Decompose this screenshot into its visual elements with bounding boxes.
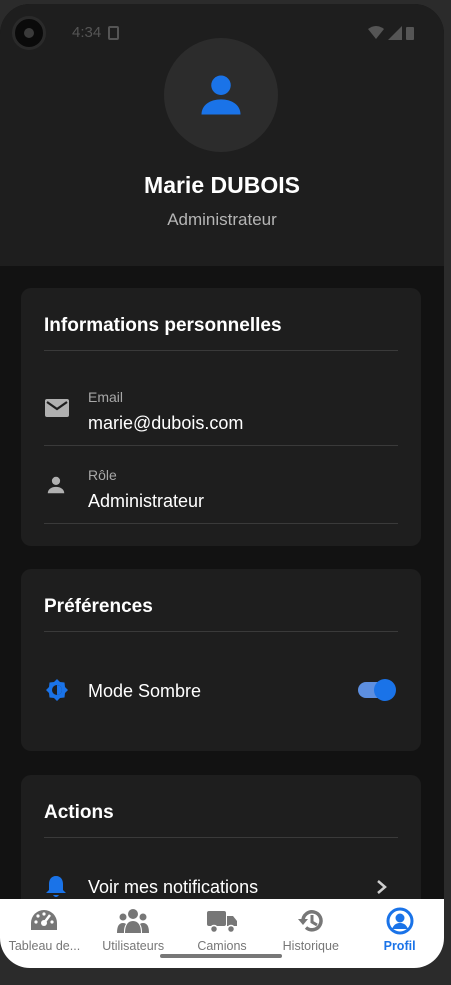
- nav-label: Camions: [197, 939, 247, 953]
- nav-label: Profil: [383, 939, 416, 953]
- truck-icon: [206, 911, 237, 934]
- preferences-title: Préférences: [44, 596, 153, 617]
- bell-icon: [46, 876, 66, 897]
- status-icons: [368, 26, 414, 40]
- toggle-knob: [374, 679, 396, 701]
- signal-icon: [388, 26, 402, 40]
- status-bar: 4:34: [0, 4, 444, 64]
- divider: [44, 350, 398, 351]
- sim-icon: [108, 26, 119, 40]
- role-label: Rôle: [88, 467, 117, 483]
- nav-item-profile[interactable]: Profil: [355, 899, 444, 968]
- home-indicator: [160, 954, 282, 958]
- dark-mode-label: Mode Sombre: [88, 681, 202, 701]
- history-icon: [297, 910, 323, 932]
- chevron-right-icon: [377, 880, 387, 894]
- user-role: Administrateur: [167, 210, 277, 229]
- users-icon: [117, 909, 150, 933]
- divider: [44, 631, 398, 632]
- email-value: marie@dubois.com: [88, 413, 244, 433]
- email-icon: [45, 399, 69, 417]
- profile-icon: [386, 907, 414, 935]
- wifi-icon: [368, 26, 384, 39]
- user-name: Marie DUBOIS: [144, 172, 300, 198]
- person-icon: [201, 75, 241, 115]
- brightness-icon: [46, 679, 68, 701]
- personal-info-title: Informations personnelles: [44, 315, 282, 336]
- email-label: Email: [88, 389, 124, 405]
- divider: [44, 837, 398, 838]
- notifications-label: Voir mes notifications: [88, 877, 259, 897]
- app-screen: Marie DUBOIS Administrateur 4:34 Informa…: [0, 4, 444, 968]
- role-value: Administrateur: [88, 491, 205, 511]
- nav-label: Tableau de...: [8, 939, 81, 953]
- preferences-card: Préférences Mode Sombre: [21, 569, 421, 751]
- person-icon: [47, 476, 65, 494]
- divider: [44, 445, 398, 446]
- status-time: 4:34: [72, 24, 102, 41]
- dark-mode-toggle[interactable]: [358, 679, 396, 701]
- camera-cutout: [12, 16, 46, 50]
- actions-title: Actions: [44, 802, 114, 823]
- nav-label: Utilisateurs: [102, 939, 165, 953]
- dashboard-icon: [31, 910, 58, 930]
- nav-item-dashboard[interactable]: Tableau de...: [0, 899, 89, 968]
- device-frame: Marie DUBOIS Administrateur 4:34 Informa…: [0, 0, 451, 985]
- battery-icon: [406, 27, 414, 40]
- personal-info-card: Informations personnelles Email marie@du…: [21, 288, 421, 546]
- divider: [44, 523, 398, 524]
- nav-label: Historique: [282, 939, 339, 953]
